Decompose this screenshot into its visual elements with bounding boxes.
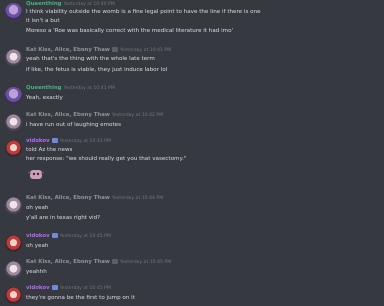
kat-avatar[interactable] [5, 261, 22, 278]
timestamp: Yesterday at 10:41 PM [119, 48, 172, 53]
message-text: I think viability outside the womb is a … [26, 9, 261, 15]
message-text: yeah that's the thing with the whole lat… [26, 56, 155, 62]
message-text: yeahhh [26, 269, 47, 275]
vidokov-avatar[interactable] [5, 140, 22, 157]
timestamp: Yesterday at 10:42 PM [111, 113, 164, 118]
timestamp: Yesterday at 10:43 PM [59, 139, 111, 144]
message-header: Kat Kiss, Alice, Ebony Thaw Yesterday at … [26, 47, 171, 54]
vidokov-avatar[interactable] [5, 235, 22, 252]
message-text: it isn't a but [26, 18, 60, 24]
role-badge-icon [51, 233, 58, 238]
message-text: Moreso a 'Roe was basically correct with… [26, 28, 234, 34]
author-name[interactable]: Queenthing [26, 1, 62, 7]
message-text: told Az the news [26, 147, 73, 153]
role-badge-icon [111, 259, 118, 264]
kat-avatar[interactable] [5, 49, 22, 66]
author-name[interactable]: Kat Kiss, Alice, Ebony Thaw [26, 259, 110, 265]
emote-icon[interactable] [26, 168, 46, 180]
author-name[interactable]: vidokov [26, 233, 50, 239]
author-name[interactable]: Queenthing [26, 85, 62, 91]
role-badge-icon [111, 47, 118, 52]
kat-avatar[interactable] [5, 197, 22, 214]
author-name[interactable]: vidokov [26, 285, 50, 291]
queenthing-avatar[interactable] [5, 87, 22, 104]
timestamp: Yesterday at 10:45 PM [59, 286, 111, 291]
message-header: vidokov Yesterday at 10:45 PM [26, 285, 111, 292]
timestamp: Yesterday at 10:40 PM [63, 2, 115, 7]
message-header: vidokov Yesterday at 10:45 PM [26, 233, 111, 240]
message-text: they're gonna be the first to jump on it [26, 295, 135, 301]
role-badge-icon [51, 138, 58, 143]
timestamp: Yesterday at 10:45 PM [119, 260, 172, 265]
kat-avatar[interactable] [5, 114, 22, 131]
message-text: oh yeah [26, 243, 49, 249]
author-name[interactable]: Kat Kiss, Alice, Ebony Thaw [26, 112, 110, 118]
message-text: i have run out of laughing emotes [26, 122, 122, 128]
message-header: Queenthing Yesterday at 10:41 PM [26, 85, 115, 92]
timestamp: Yesterday at 10:45 PM [59, 234, 111, 239]
message-text: if like, the fetus is viable, they just … [26, 67, 168, 73]
author-name[interactable]: Kat Kiss, Alice, Ebony Thaw [26, 195, 110, 201]
message-header: Kat Kiss, Alice, Ebony Thaw Yesterday at … [26, 259, 171, 266]
timestamp: Yesterday at 10:41 PM [63, 86, 115, 91]
message-header: Kat Kiss, Alice, Ebony Thaw Yesterday at … [26, 195, 163, 202]
message-text: Yeah, exactly [26, 95, 63, 101]
message-header: Queenthing Yesterday at 10:40 PM [26, 1, 115, 8]
author-name[interactable]: Kat Kiss, Alice, Ebony Thaw [26, 47, 110, 53]
timestamp: Yesterday at 10:44 PM [111, 196, 164, 201]
message-text: her response: "we should really get you … [26, 156, 187, 162]
message-header: vidokov Yesterday at 10:43 PM [26, 138, 111, 145]
message-header: Kat Kiss, Alice, Ebony Thaw Yesterday at … [26, 112, 163, 119]
message-text: oh yeah [26, 205, 49, 211]
author-name[interactable]: vidokov [26, 138, 50, 144]
message-text: y'all are in texas right vid? [26, 215, 101, 221]
role-badge-icon [51, 285, 58, 290]
vidokov-avatar[interactable] [5, 287, 22, 304]
queenthing-avatar[interactable] [5, 3, 22, 20]
